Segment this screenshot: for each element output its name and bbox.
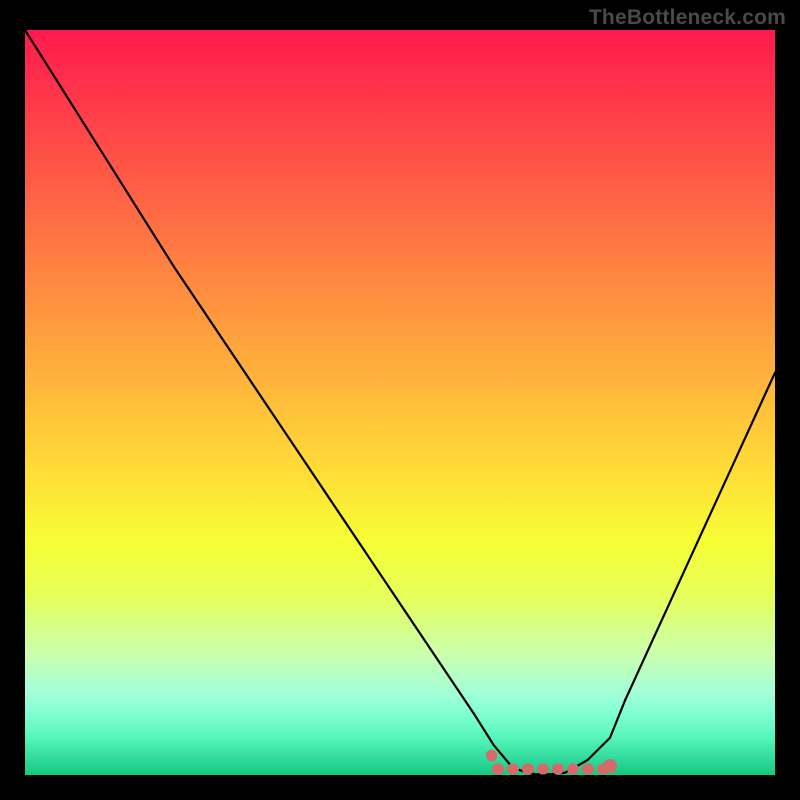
optimal-range-marker	[25, 30, 775, 775]
plot-area	[25, 30, 775, 775]
watermark-text: TheBottleneck.com	[589, 6, 786, 30]
chart-frame: TheBottleneck.com	[0, 0, 800, 800]
